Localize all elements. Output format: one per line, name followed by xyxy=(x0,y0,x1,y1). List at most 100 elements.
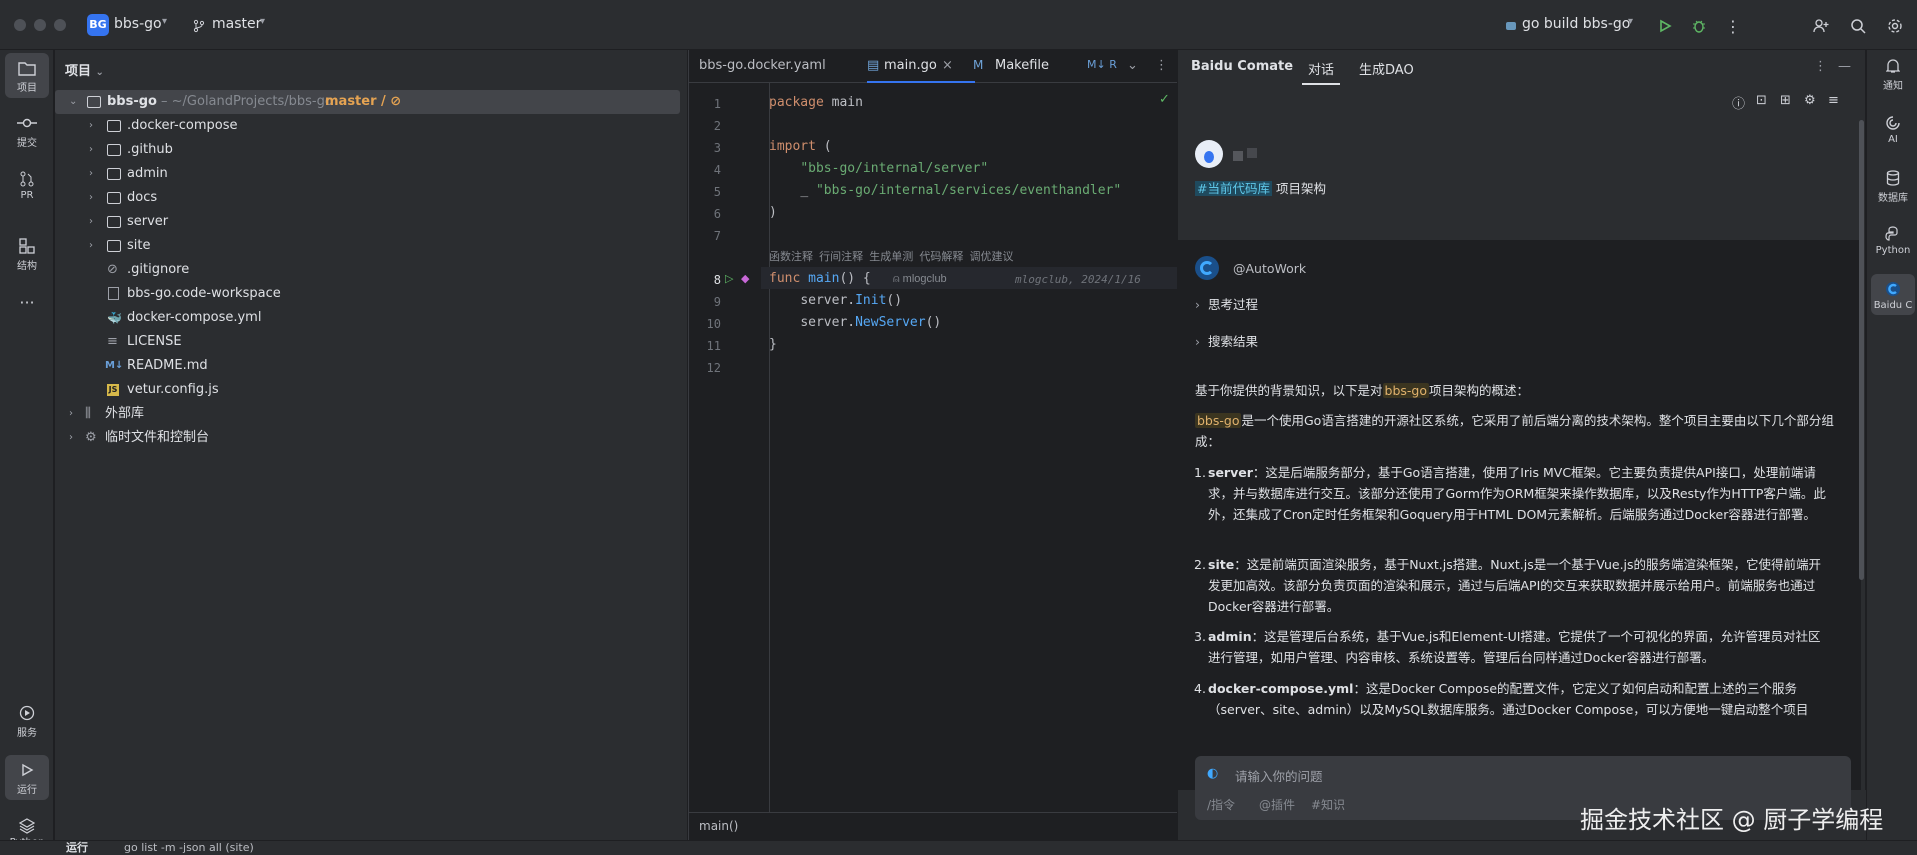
tree-item[interactable]: ≡ LICENSE xyxy=(55,330,687,354)
chevron-right-icon[interactable]: › xyxy=(89,162,101,186)
hint-plugin[interactable]: @插件 xyxy=(1259,796,1295,813)
comate-gutter-icon[interactable]: ◆ xyxy=(741,272,749,285)
help-icon[interactable]: ⓘ xyxy=(1732,93,1745,112)
avatar xyxy=(1195,140,1223,168)
chevron-down-icon[interactable]: ▾ xyxy=(260,16,265,27)
tree-root-bbs-go[interactable]: ⌄ bbs-go – ~/GolandProjects/bbs-go maste… xyxy=(55,90,680,114)
tree-item[interactable]: JS vetur.config.js xyxy=(55,378,687,402)
project-badge[interactable]: BG xyxy=(87,14,109,36)
run-item[interactable]: go list -m -json all (site) xyxy=(124,842,254,854)
chevron-down-icon[interactable]: ▾ xyxy=(162,16,167,27)
chevron-right-icon[interactable]: › xyxy=(89,186,101,210)
tool-ai-button[interactable]: AI xyxy=(1871,112,1915,145)
tree-item[interactable]: › site xyxy=(55,234,687,258)
tab-makefile[interactable]: Makefile xyxy=(995,58,1049,73)
tree-scratches[interactable]: › ⚙ 临时文件和控制台 xyxy=(55,426,687,450)
branch-name[interactable]: master xyxy=(212,16,261,32)
root-branch: master / ⊘ xyxy=(325,94,402,109)
chevron-right-icon[interactable]: › xyxy=(89,138,101,162)
tool-commit-button[interactable]: 提交 xyxy=(5,112,49,149)
folder-icon xyxy=(107,120,121,132)
tool-services-button[interactable]: 服务 xyxy=(5,702,49,739)
root-name: bbs-go xyxy=(107,94,157,109)
more-horizontal-icon[interactable]: ··· xyxy=(5,293,49,312)
tool-label: 服务 xyxy=(17,728,37,739)
chat-history-icon[interactable]: ⊡ xyxy=(1756,93,1767,108)
code-line: import ( xyxy=(769,139,832,154)
comate-logo-icon: ◐ xyxy=(1207,766,1219,781)
services-icon xyxy=(5,702,49,724)
tool-notifications-button[interactable]: 通知 xyxy=(1871,55,1915,92)
more-vertical-icon[interactable]: ⋮ xyxy=(1722,15,1744,37)
tree-item[interactable]: › .github xyxy=(55,138,687,162)
hint-command[interactable]: /指令 xyxy=(1207,796,1235,813)
tree-external-libraries[interactable]: › ⫼ 外部库 xyxy=(55,402,687,426)
hint-knowledge[interactable]: #知识 xyxy=(1311,796,1345,813)
tab-main-go[interactable]: main.go xyxy=(884,58,937,73)
tree-item[interactable]: M↓ README.md xyxy=(55,354,687,378)
chevron-down-icon[interactable]: ⌄ xyxy=(69,90,81,114)
branch-icon[interactable] xyxy=(188,15,210,37)
folder-icon xyxy=(107,144,121,156)
settings-gear-icon[interactable]: ⚙ xyxy=(1804,93,1816,108)
tab-docker-yaml[interactable]: bbs-go.docker.yaml xyxy=(699,58,826,73)
project-name[interactable]: bbs-go xyxy=(114,16,162,32)
more-vertical-icon[interactable]: ⋮ xyxy=(1155,58,1168,73)
add-user-icon[interactable] xyxy=(1810,15,1832,37)
tool-python-console-button[interactable]: Python xyxy=(1871,223,1915,256)
search-results-toggle[interactable]: › 搜索结果 xyxy=(1195,331,1258,350)
code-line: server.NewServer() xyxy=(800,315,942,330)
run-config-name[interactable]: go build bbs-go xyxy=(1522,16,1630,32)
chevron-right-icon[interactable]: › xyxy=(89,114,101,138)
run-gutter-icon[interactable]: ▷ xyxy=(725,272,733,285)
search-icon[interactable] xyxy=(1847,15,1869,37)
tool-label: 结构 xyxy=(17,261,37,272)
tree-item[interactable]: › .docker-compose xyxy=(55,114,687,138)
plugins-icon[interactable]: ⊞ xyxy=(1780,93,1791,108)
window-zoom-button[interactable] xyxy=(54,19,66,31)
tool-baidu-comate-button[interactable]: Baidu C xyxy=(1871,274,1915,315)
thinking-toggle[interactable]: › 思考过程 xyxy=(1195,294,1258,313)
chevron-down-icon[interactable]: ⌄ xyxy=(1127,58,1138,73)
minimize-icon[interactable]: — xyxy=(1838,59,1851,74)
breadcrumb[interactable]: main() xyxy=(699,819,738,833)
tree-item[interactable]: › server xyxy=(55,210,687,234)
chevron-right-icon[interactable]: › xyxy=(89,234,101,258)
comate-title: Baidu Comate xyxy=(1191,59,1294,74)
inlay-actions[interactable]: 函数注释 行间注释 生成单测 代码解释 调优建议 xyxy=(769,248,1013,264)
tab-generate-dao[interactable]: 生成DAO xyxy=(1359,59,1414,78)
chevron-right-icon[interactable]: › xyxy=(89,210,101,234)
tree-item[interactable]: › admin xyxy=(55,162,687,186)
code-highlight: bbs-go xyxy=(1382,383,1429,398)
tool-database-button[interactable]: 数据库 xyxy=(1871,167,1915,204)
chevron-right-icon[interactable]: › xyxy=(69,426,81,450)
tree-item-label: .docker-compose xyxy=(127,118,238,133)
close-icon[interactable]: × xyxy=(942,58,953,73)
library-icon: ⫼ xyxy=(85,406,91,421)
debug-icon[interactable] xyxy=(1688,15,1710,37)
tool-project-button[interactable]: 项目 xyxy=(5,53,49,98)
bottom-tab-run[interactable]: 运行 xyxy=(66,842,88,854)
window-minimize-button[interactable] xyxy=(34,19,46,31)
window-close-button[interactable] xyxy=(14,19,26,31)
tool-structure-button[interactable]: 结构 xyxy=(5,235,49,272)
chat-scrollbar[interactable] xyxy=(1859,120,1864,580)
code-area[interactable]: package main import ( "bbs-go/internal/s… xyxy=(761,83,1177,840)
username-blurred xyxy=(1233,151,1243,161)
more-vertical-icon[interactable]: ⋮ xyxy=(1814,59,1827,74)
tab-readme[interactable]: M↓ R xyxy=(1087,58,1117,71)
panel-title[interactable]: 项目 ⌄ xyxy=(65,60,104,79)
tree-item[interactable]: 🐳 docker-compose.yml xyxy=(55,306,687,330)
tool-run-button[interactable]: 运行 xyxy=(5,755,49,800)
tree-item[interactable]: bbs-go.code-workspace xyxy=(55,282,687,306)
tool-pr-button[interactable]: PR xyxy=(5,168,49,201)
tab-chat[interactable]: 对话 xyxy=(1308,59,1334,78)
tree-item[interactable]: › docs xyxy=(55,186,687,210)
chevron-down-icon[interactable]: ▾ xyxy=(1628,16,1633,27)
line-number: 2 xyxy=(713,119,721,133)
settings-gear-icon[interactable] xyxy=(1884,15,1906,37)
menu-icon[interactable]: ≡ xyxy=(1828,93,1839,108)
run-icon[interactable] xyxy=(1654,15,1676,37)
tree-item[interactable]: ⊘ .gitignore xyxy=(55,258,687,282)
chevron-right-icon[interactable]: › xyxy=(69,402,81,426)
